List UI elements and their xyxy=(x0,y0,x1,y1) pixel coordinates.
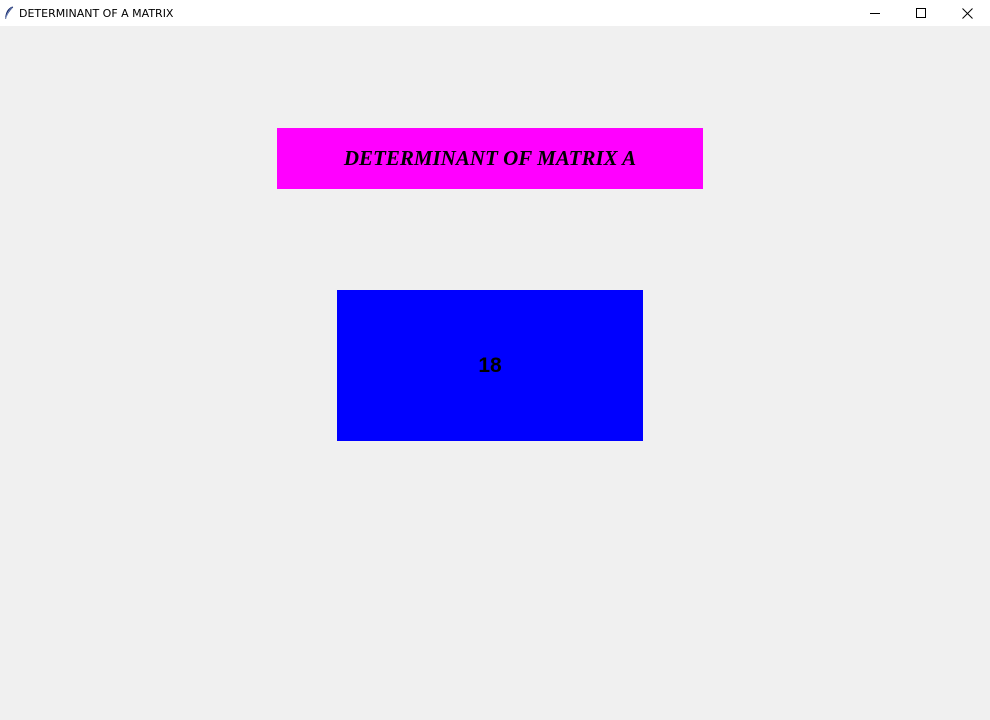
title-bar[interactable]: DETERMINANT OF A MATRIX xyxy=(0,0,990,26)
minimize-icon xyxy=(870,13,880,14)
window-title: DETERMINANT OF A MATRIX xyxy=(19,6,174,20)
close-button[interactable] xyxy=(944,0,990,26)
close-icon xyxy=(961,7,973,19)
heading-text: DETERMINANT OF MATRIX A xyxy=(343,146,637,170)
minimize-button[interactable] xyxy=(852,0,898,26)
determinant-result-label: 18 xyxy=(337,290,643,441)
window-controls xyxy=(852,0,990,26)
maximize-icon xyxy=(916,8,926,18)
feather-icon xyxy=(3,6,15,20)
determinant-value: 18 xyxy=(478,353,502,377)
heading-label: DETERMINANT OF MATRIX A xyxy=(277,128,703,189)
maximize-button[interactable] xyxy=(898,0,944,26)
app-window: DETERMINANT OF A MATRIX DETERMINANT OF M… xyxy=(0,0,990,720)
